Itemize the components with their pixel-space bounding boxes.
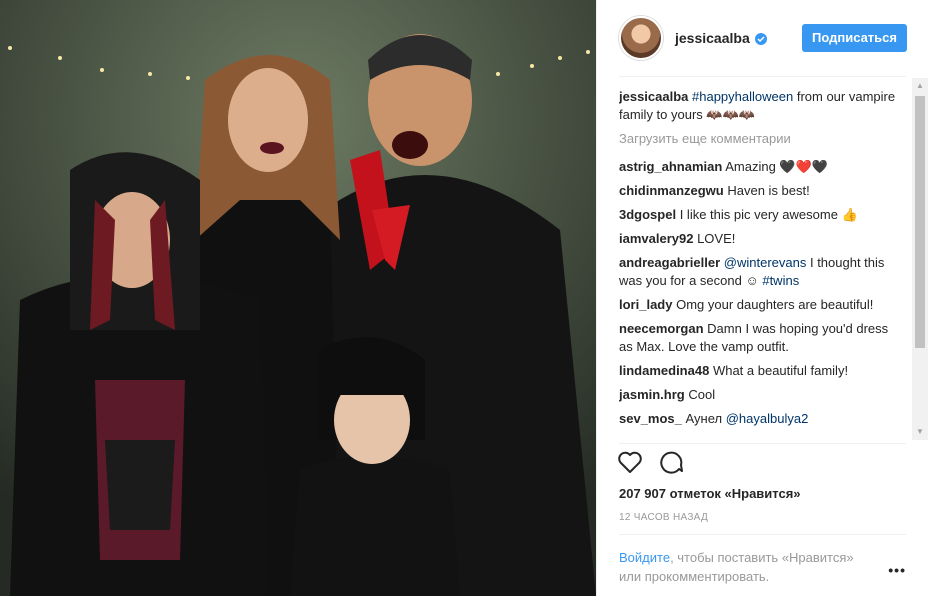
more-options-button[interactable]: ••• (888, 562, 906, 578)
hashtag-link[interactable]: #happyhalloween (692, 89, 793, 104)
divider (619, 76, 906, 77)
comment-text: Аунел (685, 411, 726, 426)
comment-item: chidinmanzegwu Haven is best! (619, 182, 901, 200)
comment-username[interactable]: iamvalery92 (619, 231, 693, 246)
comment-username[interactable]: neecemorgan (619, 321, 704, 336)
comment-text: Amazing 🖤❤️🖤 (725, 159, 828, 174)
mention-link[interactable]: @hayalbulya2 (726, 411, 809, 426)
comment-item: lori_lady Omg your daughters are beautif… (619, 296, 901, 314)
verified-icon (754, 33, 767, 45)
divider (619, 534, 906, 535)
avatar[interactable] (619, 16, 663, 60)
comments-scrollbar[interactable]: ▲ ▼ (912, 78, 928, 440)
post-header: jessicaalba Подписаться (597, 0, 928, 76)
comment-username[interactable]: lori_lady (619, 297, 672, 312)
load-more-comments[interactable]: Загрузить еще комментарии (619, 130, 901, 148)
scroll-up-arrow-icon[interactable]: ▲ (912, 78, 928, 94)
post-timestamp[interactable]: 12 ЧАСОВ НАЗАД (619, 512, 708, 523)
instagram-post: jessicaalba Подписаться jessicaalba #hap… (0, 0, 928, 596)
follow-button[interactable]: Подписаться (801, 24, 907, 52)
comment-item: astrig_ahnamian Amazing 🖤❤️🖤 (619, 158, 901, 176)
comment-username[interactable]: astrig_ahnamian (619, 159, 722, 174)
comment-username[interactable]: lindamedina48 (619, 363, 709, 378)
likes-count[interactable]: 207 907 отметок «Нравится» (619, 486, 801, 501)
comment-text: I like this pic very awesome 👍 (679, 207, 858, 222)
comment-username[interactable]: chidinmanzegwu (619, 183, 724, 198)
comment-username[interactable]: sev_mos_ (619, 411, 682, 426)
comment-item: lindamedina48 What a beautiful family! (619, 362, 901, 380)
comment-username[interactable]: jessicaalba (619, 89, 688, 104)
comment-item: neecemorgan Damn I was hoping you'd dres… (619, 320, 901, 356)
comment-username[interactable]: 3dgospel (619, 207, 676, 222)
comment-item: andreagabrieller @winterevans I thought … (619, 254, 901, 290)
comment-text: Cool (688, 387, 716, 402)
comment-username[interactable]: andreagabrieller (619, 255, 720, 270)
comment-text: LOVE! (697, 231, 736, 246)
comment-username[interactable]: jasmin.hrg (619, 387, 685, 402)
hashtag-link[interactable]: #twins (762, 273, 799, 288)
login-link[interactable]: Войдите (619, 550, 670, 565)
comment-item: jasmin.hrg Cool (619, 386, 901, 404)
photo-illustration (0, 0, 596, 596)
username[interactable]: jessicaalba (675, 30, 750, 46)
comment-text: Haven is best! (727, 183, 810, 198)
divider (619, 443, 906, 444)
caption: jessicaalba #happyhalloween from our vam… (619, 88, 901, 124)
comment-text: What a beautiful family! (712, 363, 849, 378)
post-sidebar: jessicaalba Подписаться jessicaalba #hap… (596, 0, 928, 596)
mention-link[interactable]: @winterevans (724, 255, 807, 270)
scrollbar-thumb[interactable] (915, 96, 925, 348)
heart-icon[interactable] (617, 450, 643, 474)
comment-icon[interactable] (659, 450, 685, 474)
comment-text: Omg your daughters are beautiful! (676, 297, 874, 312)
comments-list[interactable]: jessicaalba #happyhalloween from our vam… (619, 88, 901, 440)
comment-item: 3dgospel I like this pic very awesome 👍 (619, 206, 901, 224)
post-photo[interactable] (0, 0, 596, 596)
post-actions (617, 450, 685, 474)
scroll-down-arrow-icon[interactable]: ▼ (912, 424, 928, 440)
comment-item: sev_mos_ Аунел @hayalbulya2 (619, 410, 901, 428)
comment-item: iamvalery92 LOVE! (619, 230, 901, 248)
login-prompt: Войдите, чтобы поставить «Нравится» или … (619, 548, 879, 586)
